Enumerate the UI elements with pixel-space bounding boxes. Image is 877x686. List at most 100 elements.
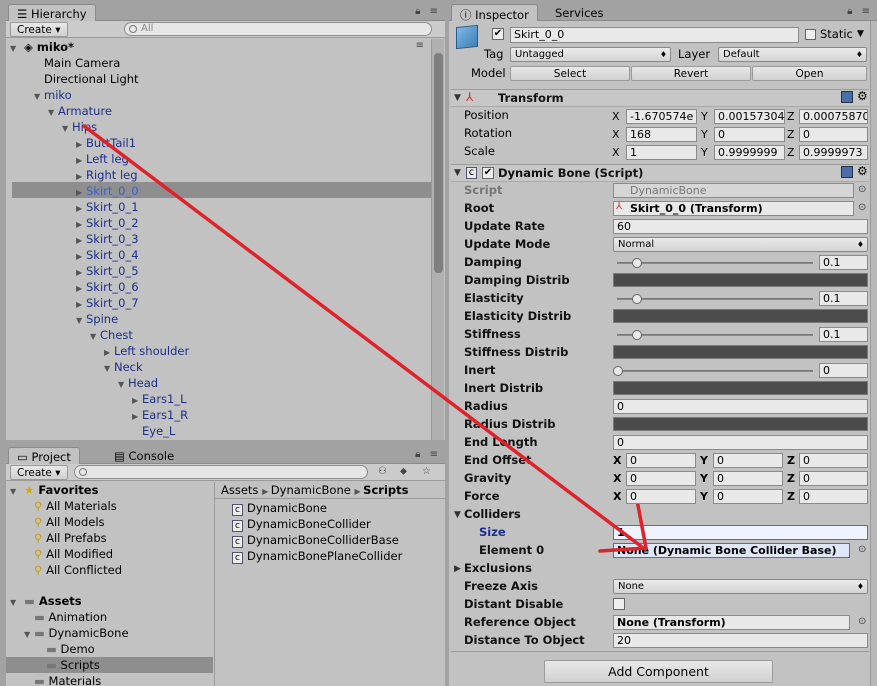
help-book-icon[interactable] [841,91,853,103]
expand-down-icon[interactable]: ▼ [48,105,58,121]
stiffness-slider[interactable] [617,330,813,340]
expand-down-icon[interactable]: ▼ [62,121,72,137]
hierarchy-row[interactable]: ▶ Ears1_L [132,391,187,407]
expand-down-icon[interactable]: ▼ [118,377,128,393]
hierarchy-row[interactable]: ▶ Ears1_R [132,407,188,423]
asset-folder[interactable]: ▬ Materials [24,673,101,686]
object-picker-icon[interactable]: ⊙ [858,184,866,195]
tab-services[interactable]: Services [547,4,612,21]
add-component-button[interactable]: Add Component [544,660,773,683]
asset-folder[interactable]: ▬ Demo [36,641,95,657]
end-offset-z-input[interactable]: 0 [799,453,868,468]
end-length-input[interactable]: 0 [613,435,868,450]
expand-down-icon[interactable]: ▼ [10,41,20,57]
end-offset-y-input[interactable]: 0 [713,453,783,468]
active-checkbox[interactable]: ✔ [492,28,504,40]
stiffness-input[interactable]: 0.1 [819,327,868,342]
force-x-input[interactable]: 0 [626,489,696,504]
radius-distrib-curve[interactable] [613,417,868,431]
layer-dropdown[interactable]: Default [718,47,867,62]
inert-distrib-curve[interactable] [613,381,868,395]
favorites-header[interactable]: ▼ ★ Favorites [10,482,98,498]
filter-label-icon[interactable]: ⬥ [400,466,407,477]
slider-knob[interactable] [632,294,642,304]
hierarchy-row[interactable]: ▶ Skirt_0_1 [76,199,139,215]
rotation-z-input[interactable]: 0 [799,127,868,142]
tag-dropdown[interactable]: Untagged [510,47,671,62]
script-file[interactable]: c DynamicBoneCollider [232,516,371,532]
scale-x-input[interactable]: 1 [626,145,697,160]
fold-down-icon[interactable]: ▼ [454,510,461,520]
hierarchy-row[interactable]: ▶ Skirt_0_2 [76,215,139,231]
object-picker-icon[interactable]: ⊙ [858,202,866,213]
gravity-x-input[interactable]: 0 [626,471,696,486]
hierarchy-scroll-thumb[interactable] [434,53,443,273]
expand-down-icon[interactable]: ▼ [104,361,114,377]
hierarchy-row[interactable]: ▼ Neck [104,359,143,375]
elasticity-input[interactable]: 0.1 [819,291,868,306]
hierarchy-row[interactable]: ▶ Skirt_0_3 [76,231,139,247]
expand-down-icon[interactable]: ▼ [10,484,20,500]
asset-folder[interactable]: ▼ ▬ DynamicBone [24,625,129,641]
tab-console[interactable]: ▤ Console [106,447,182,464]
position-x-input[interactable]: -1.670574e [626,109,697,124]
elasticity-slider[interactable] [617,294,813,304]
favorite-star-icon[interactable]: ☆ [422,466,431,477]
project-search-input[interactable] [74,465,368,479]
script-file[interactable]: c DynamicBonePlaneCollider [232,548,402,564]
object-name-input[interactable]: Skirt_0_0 [510,27,799,43]
model-revert-button[interactable]: Revert [631,66,751,81]
elasticity-distrib-curve[interactable] [613,309,868,323]
force-y-input[interactable]: 0 [713,489,783,504]
asset-folder[interactable]: ▬ Animation [24,609,107,625]
hierarchy-row[interactable]: ▶ Right leg [76,167,138,183]
gear-icon[interactable]: ⚙ [857,164,868,178]
favorite-item[interactable]: ⚲ All Conflicted [34,562,122,578]
colliders-label[interactable]: Colliders [464,506,521,523]
rotation-x-input[interactable]: 168 [626,127,697,142]
update-rate-input[interactable]: 60 [613,219,868,234]
project-create-button[interactable]: Create ▾ [10,465,68,480]
favorite-item[interactable]: ⚲ All Materials [34,498,117,514]
expand-down-icon[interactable]: ▼ [76,313,86,329]
hierarchy-row[interactable]: ▼ miko [34,87,72,103]
script-file[interactable]: c DynamicBone [232,500,327,516]
object-picker-icon[interactable]: ⊙ [858,616,866,627]
rotation-y-input[interactable]: 0 [714,127,785,142]
hierarchy-row[interactable]: ▼ Head [118,375,158,391]
end-offset-x-input[interactable]: 0 [626,453,696,468]
filter-type-icon[interactable]: ⚇ [378,466,387,477]
tab-project[interactable]: ▭ Project [8,447,80,464]
static-checkbox[interactable] [805,29,816,40]
expand-down-icon[interactable]: ▼ [90,329,100,345]
distance-to-object-input[interactable]: 20 [613,633,868,648]
position-y-input[interactable]: 0.00157304 [714,109,785,124]
hierarchy-row[interactable]: ▶ Left shoulder [104,343,189,359]
gravity-z-input[interactable]: 0 [799,471,868,486]
hierarchy-search-input[interactable]: All [124,22,432,36]
expand-down-icon[interactable]: ▼ [34,89,44,105]
hierarchy-row[interactable]: ▼ Chest [90,327,133,343]
hierarchy-row[interactable]: Eye_L [132,423,175,439]
model-select-button[interactable]: Select [510,66,630,81]
panel-menu-icon[interactable]: 🔒︎ ≡ [415,6,441,17]
hierarchy-row[interactable]: Directional Light [34,71,139,87]
hierarchy-row[interactable]: ▼ Hips [62,119,97,135]
inspector-menu-icon[interactable]: 🔒︎ ≡ [847,6,873,17]
asset-folder[interactable]: ▬ Scripts [36,657,100,673]
help-book-icon[interactable] [841,166,853,178]
scene-row[interactable]: ▼ ◈ miko* [10,39,74,55]
assets-header[interactable]: ▼ ▬ Assets [10,593,82,609]
gravity-y-input[interactable]: 0 [713,471,783,486]
fold-down-icon[interactable]: ▼ [454,168,461,178]
model-open-button[interactable]: Open [752,66,867,81]
breadcrumb-assets[interactable]: Assets [221,483,258,497]
gear-icon[interactable]: ⚙ [857,89,868,103]
expand-down-icon[interactable]: ▼ [10,595,20,611]
project-menu-icon[interactable]: 🔒︎ ≡ [415,449,441,460]
hierarchy-row[interactable]: ▶ Left leg [76,151,129,167]
position-z-input[interactable]: 0.00075870 [799,109,868,124]
hierarchy-row[interactable]: ▶ Skirt_0_4 [76,247,139,263]
stiffness-distrib-curve[interactable] [613,345,868,359]
scale-z-input[interactable]: 0.9999973 [799,145,868,160]
